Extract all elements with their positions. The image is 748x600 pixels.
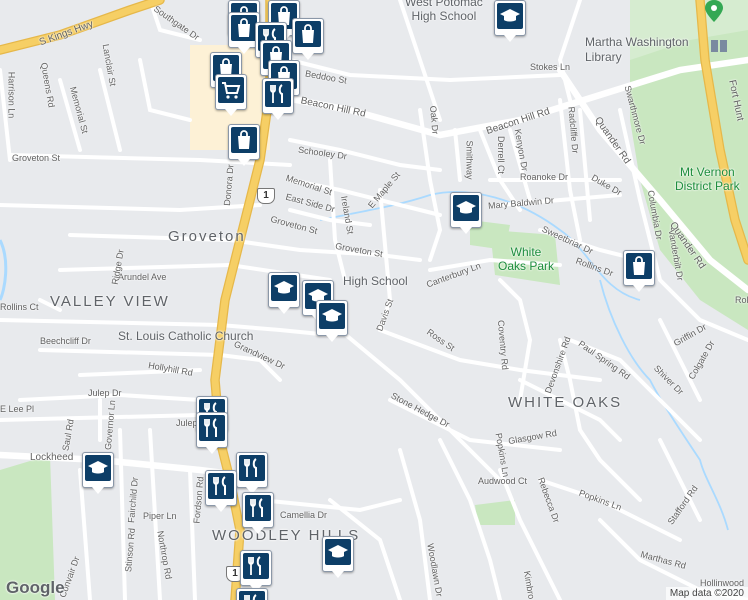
poi-label-white-oaks-park: White Oaks Park	[498, 245, 555, 273]
school-marker[interactable]	[316, 300, 348, 342]
shopping-icon	[238, 18, 250, 37]
school-icon	[322, 309, 342, 322]
poi-label-mt-vernon-park: Mt Vernon District Park	[675, 165, 740, 193]
area-label-white-oaks: WHITE OAKS	[508, 394, 623, 411]
street-label: Arundel Ave	[118, 272, 167, 282]
street-label: Rollins Ct	[0, 302, 39, 312]
restaurant-marker[interactable]	[240, 550, 272, 592]
street-label: Stokes Ln	[530, 62, 571, 72]
school-icon	[328, 545, 348, 558]
restaurant-marker[interactable]	[236, 452, 268, 494]
shopping-marker[interactable]	[292, 18, 324, 60]
area-label-groveton: Groveton	[168, 228, 246, 245]
google-logo: Google	[6, 578, 65, 597]
shopping-icon	[302, 24, 314, 43]
area-label-valley-view: VALLEY VIEW	[50, 293, 170, 310]
restaurant-icon	[250, 498, 263, 517]
restaurant-icon	[248, 556, 261, 575]
school-icon	[274, 281, 294, 294]
map-canvas[interactable]: 1 1 Groveton VALLEY VIEW WHITE OAKS WOOD…	[0, 0, 748, 600]
street-label: Smithway	[464, 140, 475, 180]
restaurant-icon	[244, 594, 257, 600]
map-attribution: Map data ©2020	[665, 587, 748, 600]
school-marker[interactable]	[322, 536, 354, 578]
street-label: Lockheed	[30, 452, 74, 463]
school-icon	[88, 461, 108, 474]
street-label: E Lee Pl	[0, 404, 35, 414]
shopping-marker[interactable]	[623, 250, 655, 292]
restaurant-marker[interactable]	[236, 588, 268, 600]
restaurant-marker[interactable]	[196, 412, 228, 454]
cart-icon	[222, 82, 241, 99]
street-label: Beechcliff Dr	[40, 336, 91, 346]
street-label: Julep	[176, 418, 198, 428]
street-label: Harrison Ln	[6, 71, 17, 119]
restaurant-icon	[270, 84, 283, 103]
book-icon[interactable]	[710, 39, 728, 53]
poi-label-west-potomac: West Potomac High School	[405, 0, 483, 23]
school-marker[interactable]	[494, 0, 526, 42]
street-label: Roanoke Dr	[520, 172, 569, 182]
poi-label-martha-washington: Martha Washington Library	[585, 35, 689, 64]
street-label: Piper Ln	[143, 511, 177, 521]
shopping-icon	[633, 256, 645, 275]
shopping-marker[interactable]	[228, 124, 260, 166]
school-marker[interactable]	[82, 452, 114, 494]
poi-label-st-louis-church: St. Louis Catholic Church	[118, 329, 254, 343]
restaurant-marker[interactable]	[242, 492, 274, 534]
school-marker[interactable]	[450, 192, 482, 234]
street-label: Derrell Ct	[496, 135, 507, 175]
school-icon	[500, 9, 520, 22]
restaurant-icon	[244, 458, 257, 477]
shopping-icon	[238, 130, 250, 149]
street-label: Julep Dr	[88, 388, 122, 398]
restaurant-icon	[204, 418, 217, 437]
library-pin-icon[interactable]	[704, 0, 724, 22]
school-marker[interactable]	[268, 272, 300, 314]
restaurant-icon	[213, 476, 226, 495]
street-label: Camellia Dr	[280, 510, 328, 520]
restaurant-marker[interactable]	[262, 78, 294, 120]
poi-label-high-school: High School	[343, 274, 408, 288]
restaurant-marker[interactable]	[205, 470, 237, 512]
route-1-shield: 1	[257, 188, 275, 204]
school-icon	[456, 201, 476, 214]
cart-marker[interactable]	[215, 74, 247, 116]
street-label: Groveton St	[12, 153, 61, 163]
street-label: Rollins Dr	[735, 295, 748, 305]
